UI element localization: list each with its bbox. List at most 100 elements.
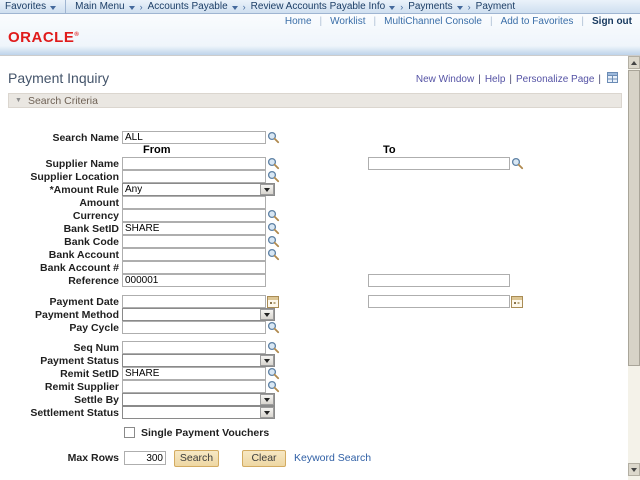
- single-payment-vouchers-row: Single Payment Vouchers: [0, 426, 628, 439]
- search-criteria-section-header[interactable]: ▼ Search Criteria: [8, 93, 622, 108]
- lookup-icon[interactable]: [267, 170, 280, 183]
- link-separator: |: [598, 74, 601, 85]
- dropdown-arrow-icon[interactable]: [260, 309, 274, 320]
- bank-account-input[interactable]: [122, 248, 266, 261]
- amount-input[interactable]: [122, 196, 266, 209]
- lookup-icon[interactable]: [267, 222, 280, 235]
- lookup-icon[interactable]: [267, 380, 280, 393]
- page-link-new-window[interactable]: New Window: [416, 74, 474, 85]
- max-rows-input[interactable]: [124, 451, 166, 465]
- lookup-icon[interactable]: [267, 131, 280, 144]
- breadcrumb-item-4[interactable]: Payments: [408, 1, 462, 12]
- lookup-icon[interactable]: [267, 209, 280, 222]
- form-row-pay-cycle: Pay Cycle: [0, 321, 628, 334]
- top-link-add-to-favorites[interactable]: Add to Favorites: [501, 16, 574, 27]
- top-link-home[interactable]: Home: [285, 16, 312, 27]
- lookup-icon[interactable]: [267, 341, 280, 354]
- chevron-down-icon[interactable]: [457, 6, 463, 10]
- link-separator: |: [581, 16, 584, 27]
- keyword-search-link[interactable]: Keyword Search: [294, 452, 371, 464]
- top-link-worklist[interactable]: Worklist: [330, 16, 365, 27]
- sign-out-link[interactable]: Sign out: [592, 16, 632, 27]
- reference-to-input[interactable]: [368, 274, 510, 287]
- remit-setid-input[interactable]: [122, 367, 266, 380]
- seq-num-input[interactable]: [122, 341, 266, 354]
- breadcrumb-item-2[interactable]: Accounts Payable: [148, 1, 238, 12]
- search-button[interactable]: Search: [174, 450, 219, 467]
- amount-rule-select[interactable]: Any: [122, 183, 275, 196]
- breadcrumb-label: Payment: [476, 1, 515, 12]
- vertical-scrollbar[interactable]: [628, 56, 640, 480]
- breadcrumb-item-0[interactable]: Favorites: [5, 1, 56, 12]
- form-row-currency: Currency: [0, 209, 628, 222]
- form-row-settlement-status: Settlement Status: [0, 406, 628, 419]
- settle-by-select[interactable]: [122, 393, 275, 406]
- chevron-down-icon[interactable]: [50, 6, 56, 10]
- actions-row: Max Rows Search Clear Keyword Search: [0, 449, 628, 467]
- supplier-name-to-input[interactable]: [368, 157, 510, 170]
- currency-input[interactable]: [122, 209, 266, 222]
- payment-date-input[interactable]: [122, 295, 266, 308]
- payment-method-select[interactable]: [122, 308, 275, 321]
- bank-account-num-label: Bank Account #: [0, 262, 122, 274]
- page-link-help[interactable]: Help: [485, 74, 506, 85]
- link-separator: |: [509, 74, 512, 85]
- reference-input[interactable]: [122, 274, 266, 287]
- form-row-remit-supplier: Remit Supplier: [0, 380, 628, 393]
- bank-code-input[interactable]: [122, 235, 266, 248]
- payment-status-label: Payment Status: [0, 355, 122, 367]
- dropdown-arrow-icon[interactable]: [260, 184, 274, 195]
- dropdown-arrow-icon[interactable]: [260, 355, 274, 366]
- lookup-icon[interactable]: [511, 157, 524, 170]
- header-gradient-band: [0, 46, 640, 56]
- bank-setid-input[interactable]: [122, 222, 266, 235]
- top-link-multichannel-console[interactable]: MultiChannel Console: [384, 16, 482, 27]
- scrollbar-thumb[interactable]: [628, 70, 640, 366]
- clear-button[interactable]: Clear: [242, 450, 286, 467]
- chevron-down-icon[interactable]: [389, 6, 395, 10]
- remit-supplier-input[interactable]: [122, 380, 266, 393]
- remit-supplier-label: Remit Supplier: [0, 381, 122, 393]
- breadcrumb-item-1[interactable]: Main Menu: [75, 1, 134, 12]
- lookup-icon[interactable]: [267, 321, 280, 334]
- chevron-down-icon[interactable]: [129, 6, 135, 10]
- payment-status-select[interactable]: [122, 354, 275, 367]
- personalize-layout-icon[interactable]: [607, 72, 618, 86]
- lookup-icon[interactable]: [267, 367, 280, 380]
- bank-account-num-input[interactable]: [122, 261, 266, 274]
- calendar-icon[interactable]: [511, 295, 523, 308]
- form-row-supplier-name: Supplier Name: [0, 157, 628, 170]
- settlement-status-select[interactable]: [122, 406, 275, 419]
- chevron-down-icon[interactable]: [232, 6, 238, 10]
- lookup-icon[interactable]: [267, 248, 280, 261]
- link-separator: |: [320, 16, 323, 27]
- supplier-location-label: Supplier Location: [0, 171, 122, 183]
- lookup-icon[interactable]: [267, 235, 280, 248]
- breadcrumb-item-3[interactable]: Review Accounts Payable Info: [251, 1, 396, 12]
- scrollbar-up-arrow[interactable]: [628, 56, 640, 69]
- calendar-icon[interactable]: [267, 295, 279, 308]
- scrollbar-down-arrow[interactable]: [628, 463, 640, 476]
- lookup-icon[interactable]: [267, 157, 280, 170]
- breadcrumb-item-5[interactable]: Payment: [476, 1, 515, 12]
- link-separator: |: [478, 74, 481, 85]
- search-name-input[interactable]: [122, 131, 266, 144]
- supplier-name-label: Supplier Name: [0, 158, 122, 170]
- portal-links: Home|Worklist|MultiChannel Console|Add t…: [285, 16, 632, 27]
- page-link-personalize-page[interactable]: Personalize Page: [516, 74, 594, 85]
- seq-num-label: Seq Num: [0, 342, 122, 354]
- oracle-logo: ORACLE®: [8, 29, 79, 46]
- pay-cycle-input[interactable]: [122, 321, 266, 334]
- single-payment-vouchers-checkbox[interactable]: [124, 427, 135, 438]
- payment-date-to-input[interactable]: [368, 295, 510, 308]
- dropdown-arrow-icon[interactable]: [260, 407, 274, 418]
- dropdown-arrow-icon[interactable]: [260, 394, 274, 405]
- supplier-location-input[interactable]: [122, 170, 266, 183]
- breadcrumb-divider: [65, 0, 66, 13]
- amount-rule-label: *Amount Rule: [0, 184, 122, 196]
- form-row-settle-by: Settle By: [0, 393, 628, 406]
- breadcrumb-label: Payments: [408, 1, 452, 12]
- supplier-name-input[interactable]: [122, 157, 266, 170]
- breadcrumb: FavoritesMain Menu›Accounts Payable›Revi…: [0, 0, 640, 14]
- collapse-triangle-icon[interactable]: ▼: [15, 97, 22, 104]
